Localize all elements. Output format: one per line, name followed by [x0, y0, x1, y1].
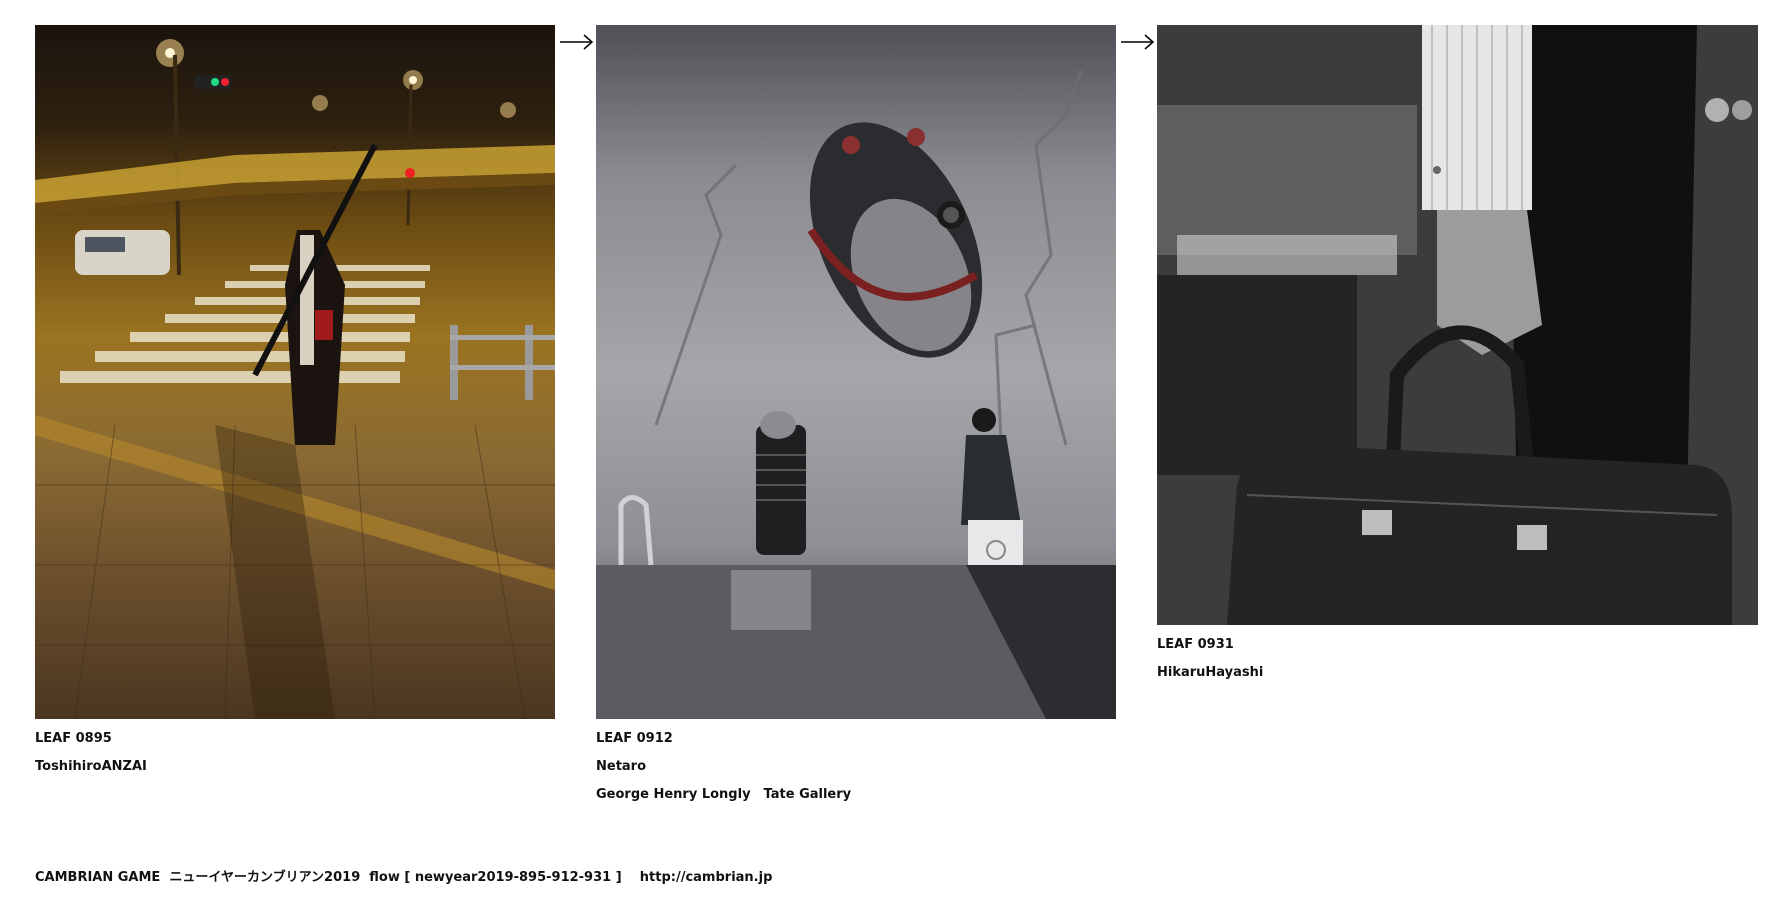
gallery-scene-image: [596, 69, 1116, 719]
leaf-0895-photo[interactable]: [35, 25, 555, 719]
leaf-0931-author: HikaruHayashi: [1157, 665, 1264, 680]
leaf-0912-author: Netaro: [596, 759, 647, 774]
footer-text: CAMBRIAN GAME ニューイヤーカンブリアン2019 flow [ ne…: [35, 870, 773, 885]
leaf-0912-note: George Henry Longly Tate Gallery: [596, 787, 852, 802]
street-scene-image: [35, 39, 555, 719]
arrow-right-icon: [1121, 34, 1155, 50]
leaf-0912-title: LEAF 0912: [596, 731, 673, 746]
leaf-0895-title: LEAF 0895: [35, 731, 112, 746]
leaf-0912-photo[interactable]: [596, 25, 1116, 719]
arrow-right-icon: [560, 34, 594, 50]
leaf-0895-author: ToshihiroANZAI: [35, 759, 147, 774]
leaf-0931-title: LEAF 0931: [1157, 637, 1234, 652]
bag-scene-image: [1157, 25, 1758, 625]
leaf-0931-photo[interactable]: [1157, 25, 1758, 625]
